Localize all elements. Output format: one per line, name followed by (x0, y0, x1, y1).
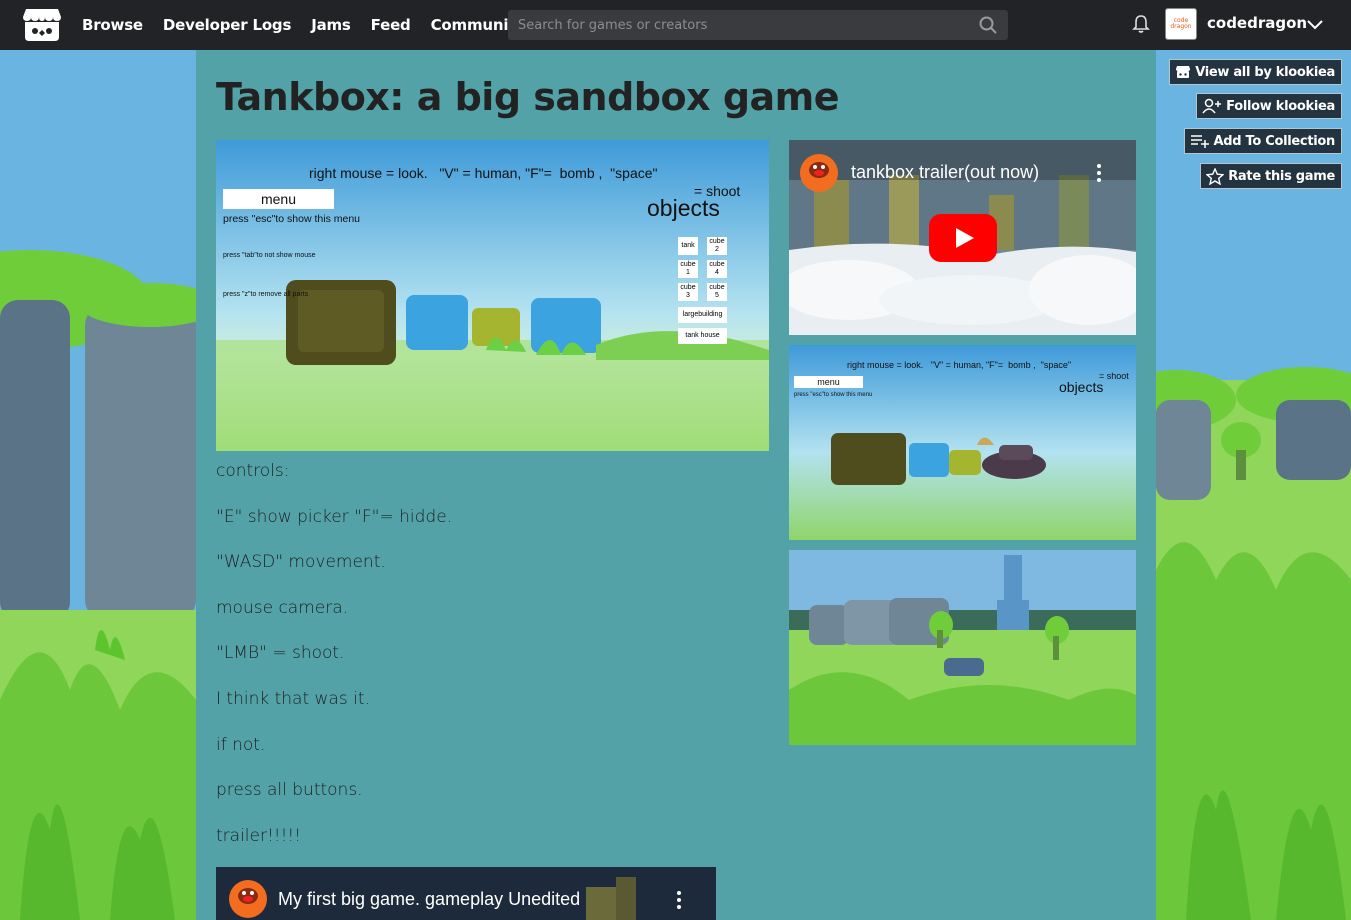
rate-game-button[interactable]: Rate this game (1200, 163, 1342, 189)
search-box (508, 10, 1008, 40)
gameplay-video-embed[interactable]: My first big game. gameplay Unedited (216, 867, 716, 920)
description-line: trailer!!!!! (216, 825, 302, 846)
hud-object-cube4: cube 4 (707, 260, 727, 278)
hud-object-cube5: cube 5 (707, 283, 727, 301)
thumb-hud-menu: menu (794, 376, 863, 388)
rate-game-label: Rate this game (1228, 168, 1335, 184)
background-scenery-left (0, 50, 196, 920)
nav-jams[interactable]: Jams (311, 16, 351, 34)
hud-controls-text: right mouse = look. "V" = human, "F"= bo… (309, 165, 658, 181)
thumb-hud-shoot-text: = shoot (1099, 371, 1129, 381)
description-line: "LMB" = shoot. (216, 643, 345, 664)
hud-object-cube3: cube 3 (678, 283, 698, 301)
hud-objects-title: objects (647, 195, 720, 221)
hud-object-tank-house: tank house (678, 328, 727, 344)
channel-avatar-icon[interactable] (228, 879, 268, 919)
hud-object-cube2: cube 2 (707, 237, 727, 255)
description-line: "WASD" movement. (216, 552, 386, 573)
description-line: controls: (216, 461, 290, 481)
more-options-icon[interactable] (674, 889, 684, 911)
add-to-collection-label: Add To Collection (1213, 133, 1336, 149)
description-line: I think that was it. (216, 688, 370, 709)
trailer-video-embed[interactable]: tankbox trailer(out now) (789, 140, 1136, 335)
search-input[interactable] (508, 10, 968, 40)
screenshot-thumbnail-2[interactable] (789, 550, 1136, 745)
trailer-video-title[interactable]: tankbox trailer(out now) (851, 162, 1039, 183)
nav-developer-logs[interactable]: Developer Logs (163, 16, 291, 34)
notification-bell-icon[interactable] (1130, 13, 1152, 35)
avatar-text: code dragon (1170, 17, 1192, 30)
description-line: "E" show picker "F"= hidde. (216, 506, 453, 527)
channel-avatar-icon[interactable] (799, 153, 839, 193)
user-avatar[interactable]: code dragon (1165, 8, 1197, 40)
star-icon (1206, 167, 1225, 185)
add-to-collection-button[interactable]: Add To Collection (1183, 128, 1342, 154)
playlist-add-icon (1190, 135, 1209, 148)
hud-menu-button: menu (223, 189, 334, 209)
chevron-down-icon[interactable] (1305, 15, 1325, 35)
nav-feed[interactable]: Feed (371, 16, 411, 34)
username[interactable]: codedragon (1207, 14, 1307, 32)
game-title: Tankbox: a big sandbox game (216, 75, 840, 119)
description-line: press all buttons. (216, 780, 363, 801)
search-icon[interactable] (978, 15, 998, 35)
view-all-button[interactable]: View all by klookiea (1169, 59, 1342, 85)
hud-object-cube1: cube 1 (678, 260, 698, 278)
description-line: if not. (216, 734, 266, 755)
add-user-icon (1202, 98, 1222, 114)
main-screenshot[interactable]: right mouse = look. "V" = human, "F"= bo… (216, 140, 769, 451)
description-line: mouse camera. (216, 597, 349, 618)
top-nav-bar: Browse Developer Logs Jams Feed Communit… (0, 0, 1351, 50)
hud-z-hint: press "z"to remove all parts (223, 291, 309, 298)
game-description: controls: "E" show picker "F"= hidde. "W… (216, 461, 776, 872)
itch-logo-icon (1176, 66, 1191, 78)
hud-object-tank: tank (678, 237, 698, 255)
thumb-hud-esc-hint: press "esc"to show this menu (794, 392, 873, 398)
hud-esc-hint: press "esc"to show this menu (223, 213, 361, 225)
follow-button[interactable]: Follow klookiea (1196, 93, 1342, 119)
nav-browse[interactable]: Browse (82, 16, 143, 34)
screenshot-thumbnail-1[interactable]: right mouse = look. "V" = human, "F"= bo… (789, 345, 1136, 540)
game-page-column: Tankbox: a big sandbox game right mouse … (196, 50, 1156, 920)
youtube-play-icon[interactable] (929, 214, 997, 262)
hud-object-largebuilding: largebuilding (678, 307, 727, 323)
follow-label: Follow klookiea (1226, 98, 1335, 114)
gameplay-video-title[interactable]: My first big game. gameplay Unedited (278, 889, 580, 910)
itch-logo-icon[interactable] (22, 7, 62, 43)
more-options-icon[interactable] (1094, 162, 1104, 184)
view-all-label: View all by klookiea (1195, 64, 1335, 80)
thumb-hud-objects: objects (1059, 379, 1104, 395)
thumb-hud-controls-text: right mouse = look. "V" = human, "F"= bo… (847, 360, 1072, 370)
hud-tab-hint: press "tab"to not show mouse (223, 252, 316, 259)
